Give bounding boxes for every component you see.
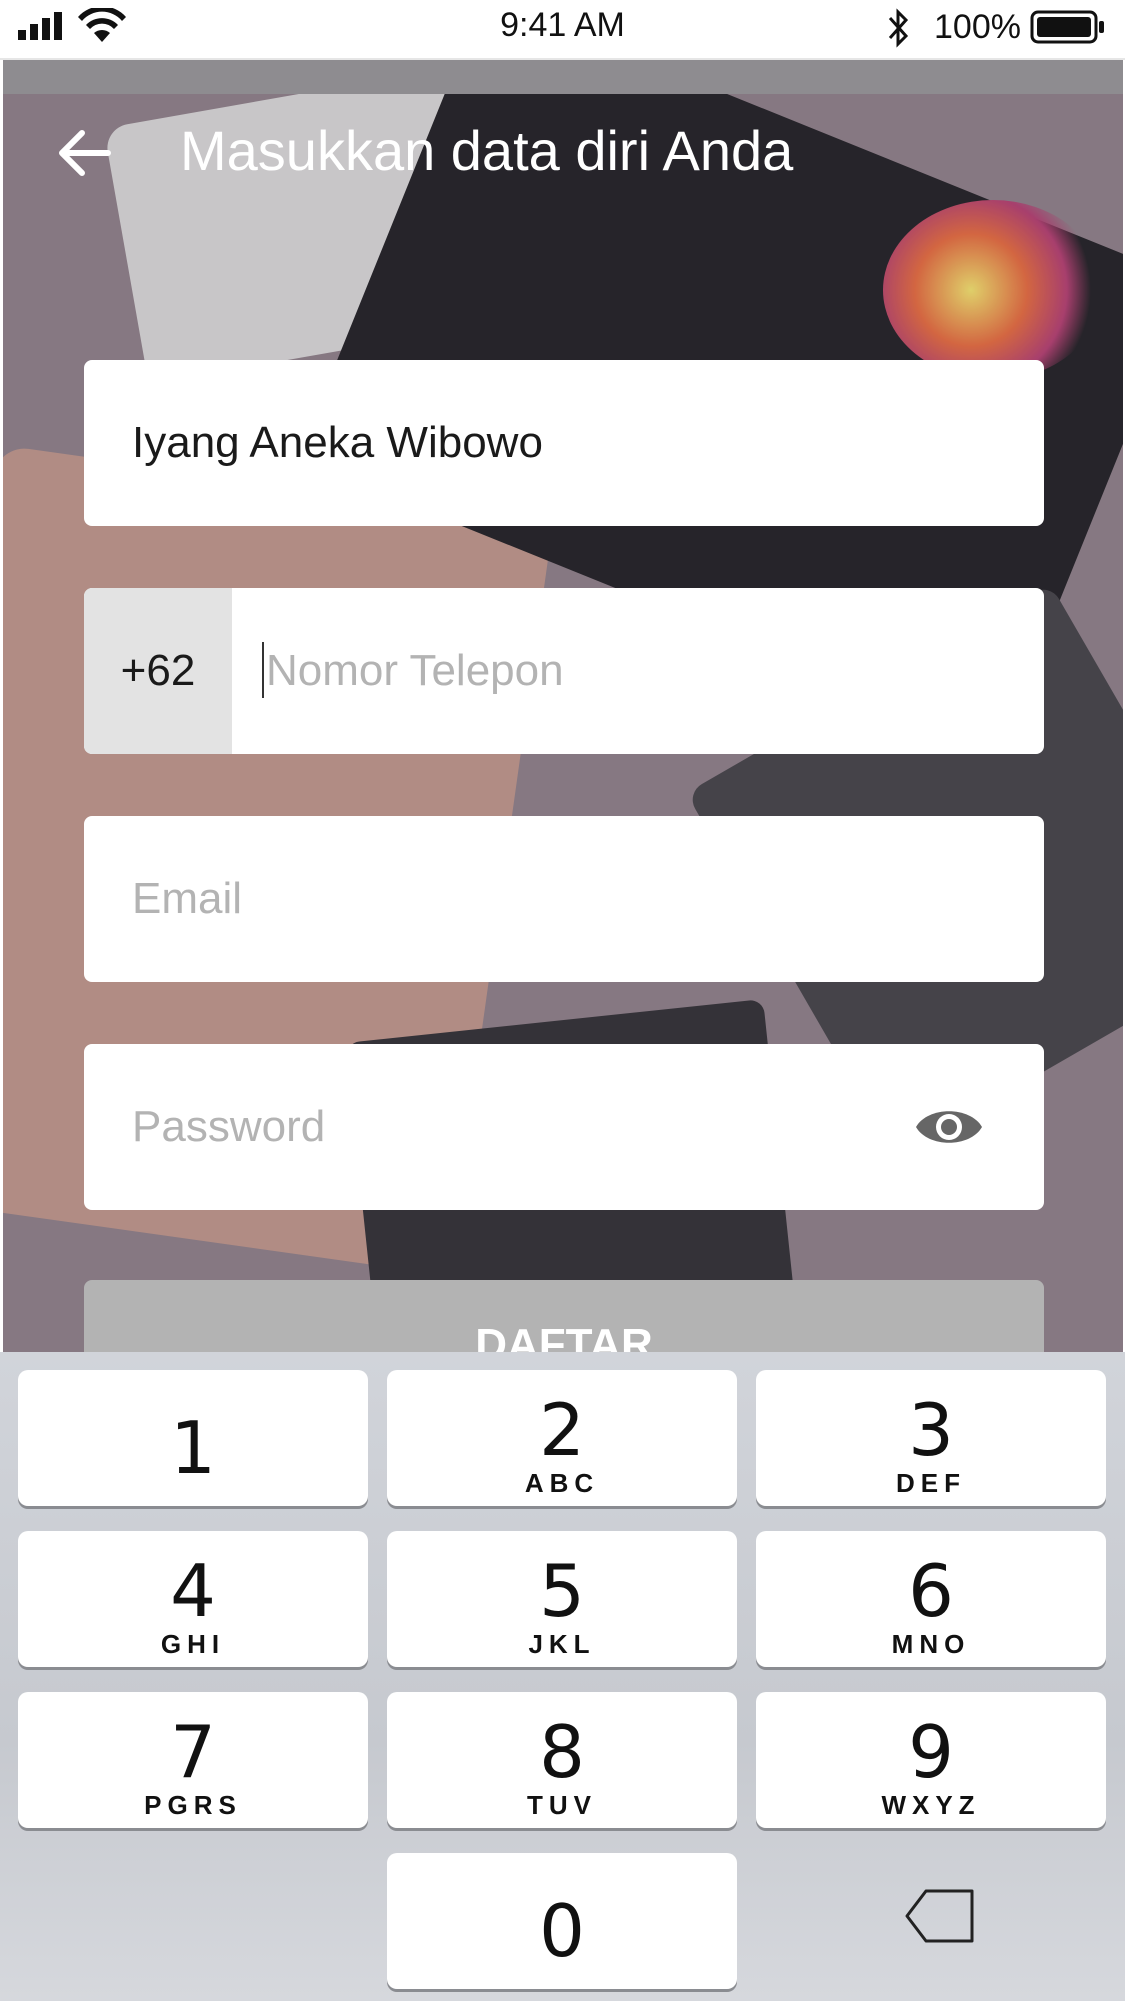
password-field[interactable]: Password bbox=[84, 1044, 1044, 1210]
status-bar: 9:41 AM 100% bbox=[0, 0, 1125, 60]
key-3[interactable]: 3 DEF bbox=[756, 1370, 1106, 1506]
key-number: 6 bbox=[908, 1549, 954, 1633]
phone-field[interactable]: +62 Nomor Telepon bbox=[84, 588, 1044, 754]
key-2[interactable]: 2 ABC bbox=[387, 1370, 737, 1506]
battery-icon bbox=[1030, 10, 1104, 44]
key-number: 1 bbox=[170, 1406, 216, 1490]
key-0[interactable]: 0 bbox=[387, 1853, 737, 1989]
key-number: 4 bbox=[170, 1549, 216, 1633]
name-field[interactable]: Iyang Aneka Wibowo bbox=[84, 360, 1044, 526]
top-band bbox=[3, 60, 1123, 94]
key-letters: PGRS bbox=[144, 1790, 242, 1820]
key-letters: MNO bbox=[891, 1629, 971, 1659]
key-5[interactable]: 5 JKL bbox=[387, 1531, 737, 1667]
key-7[interactable]: 7 PGRS bbox=[18, 1692, 368, 1828]
text-cursor bbox=[262, 642, 264, 698]
key-8[interactable]: 8 TUV bbox=[387, 1692, 737, 1828]
key-letters: TUV bbox=[527, 1790, 597, 1820]
key-number: 8 bbox=[539, 1710, 585, 1794]
name-value: Iyang Aneka Wibowo bbox=[132, 418, 543, 467]
password-placeholder: Password bbox=[132, 1102, 326, 1151]
bluetooth-icon bbox=[888, 8, 909, 48]
key-4[interactable]: 4 GHI bbox=[18, 1531, 368, 1667]
key-letters: GHI bbox=[160, 1629, 226, 1659]
phone-input-placeholder: Nomor Telepon bbox=[266, 646, 564, 695]
key-number: 7 bbox=[170, 1710, 216, 1794]
key-6[interactable]: 6 MNO bbox=[756, 1531, 1106, 1667]
key-letters: DEF bbox=[896, 1468, 966, 1498]
key-number: 0 bbox=[539, 1889, 585, 1973]
key-number: 3 bbox=[908, 1388, 954, 1472]
key-9[interactable]: 9 WXYZ bbox=[756, 1692, 1106, 1828]
key-letters: ABC bbox=[524, 1468, 600, 1498]
country-code-prefix[interactable]: +62 bbox=[84, 588, 232, 754]
key-number: 5 bbox=[539, 1549, 585, 1633]
delete-icon[interactable] bbox=[904, 1888, 976, 1944]
eye-icon[interactable] bbox=[914, 1094, 984, 1160]
email-placeholder: Email bbox=[132, 874, 243, 923]
key-number: 9 bbox=[908, 1710, 954, 1794]
key-number: 2 bbox=[539, 1388, 585, 1472]
page-title: Masukkan data diri Anda bbox=[180, 119, 794, 182]
key-letters: JKL bbox=[528, 1629, 596, 1659]
key-letters: WXYZ bbox=[881, 1790, 981, 1820]
back-arrow-icon[interactable] bbox=[56, 128, 112, 178]
key-1[interactable]: 1 bbox=[18, 1370, 368, 1506]
battery-percentage: 100% bbox=[934, 8, 1021, 46]
email-field[interactable]: Email bbox=[84, 816, 1044, 982]
